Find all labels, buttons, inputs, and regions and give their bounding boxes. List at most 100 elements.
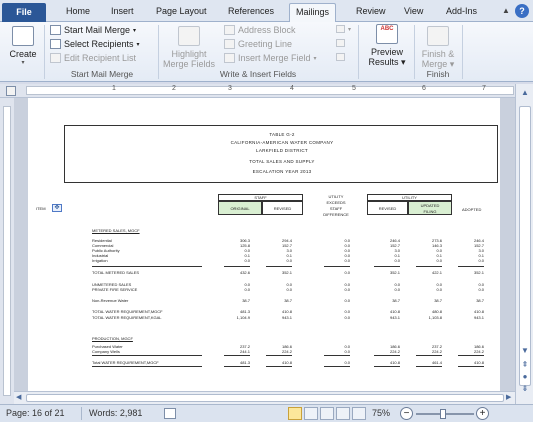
help-icon[interactable]: ?: [515, 4, 529, 18]
table-cell: 38.7: [392, 298, 400, 303]
print-layout-view-icon[interactable]: [288, 407, 302, 420]
zoom-in-icon[interactable]: +: [476, 407, 489, 420]
u-revised-label: REVISED: [378, 206, 397, 211]
zoom-out-icon[interactable]: −: [400, 407, 413, 420]
table-row-label: Company Wells: [92, 349, 120, 354]
ruler-number: 7: [482, 85, 486, 92]
page-count[interactable]: Page: 16 of 21: [6, 408, 65, 418]
separator: [462, 25, 463, 79]
table-rule: [416, 266, 442, 267]
table-rule: [458, 366, 484, 367]
preview-results-button[interactable]: ABC Preview Results ▾: [364, 24, 410, 68]
edit-list-icon: [50, 53, 61, 63]
create-button[interactable]: Create ▾: [6, 26, 40, 66]
rules-icon: [336, 25, 345, 33]
exceeds-label: EXCEEDS: [326, 200, 346, 205]
separator: [81, 407, 82, 420]
horizontal-scroll-thumb[interactable]: [26, 394, 504, 402]
proofing-icon[interactable]: [164, 408, 176, 419]
update-labels-button[interactable]: [336, 53, 345, 61]
scroll-up-icon[interactable]: ▲: [519, 88, 531, 98]
tab-review[interactable]: Review: [356, 6, 386, 16]
match-fields-button[interactable]: [336, 39, 345, 47]
scroll-left-icon[interactable]: ◀: [16, 393, 21, 401]
table-cell: 352.1: [281, 270, 292, 275]
horizontal-scrollbar[interactable]: ◀ ▶: [14, 391, 515, 404]
highlight-merge-fields-button[interactable]: Highlight Merge Fields: [160, 26, 218, 69]
header-line: TABLE G-2: [269, 132, 295, 137]
table-rule: [416, 366, 442, 367]
tab-references[interactable]: References: [228, 6, 274, 16]
tab-page-layout[interactable]: Page Layout: [156, 6, 207, 16]
updated-filing-header: UPDATED FILING: [408, 201, 452, 215]
table-cell: 38.7: [434, 298, 442, 303]
browse-object-icon[interactable]: ●: [519, 372, 531, 382]
table-move-handle-icon[interactable]: ✥: [52, 204, 62, 212]
table-cell: 0.0: [344, 360, 350, 365]
table-rule: [224, 266, 250, 267]
revised-label: REVISED: [273, 206, 292, 211]
revised-header: REVISED: [262, 201, 303, 215]
edit-recipient-list-button[interactable]: Edit Recipient List: [50, 53, 136, 63]
tab-mailings[interactable]: Mailings: [289, 3, 337, 23]
separator: [44, 25, 45, 79]
table-cell: 461.4: [431, 360, 442, 365]
scroll-down-icon[interactable]: ▼: [519, 346, 531, 356]
previous-page-icon[interactable]: ⇞: [519, 360, 531, 370]
table-cell: 1,103.8: [428, 315, 442, 320]
finish-merge-button[interactable]: Finish & Merge ▾: [418, 26, 458, 70]
web-layout-icon[interactable]: [320, 407, 334, 420]
greeting-line-icon: [224, 39, 235, 49]
table-cell: 224.2: [389, 349, 400, 354]
table-cell: 943.1: [281, 315, 292, 320]
table-cell: 481.3: [239, 360, 250, 365]
table-rule: [458, 355, 484, 356]
vertical-scroll-thumb[interactable]: [519, 106, 531, 386]
table-rule: [416, 355, 442, 356]
tab-selector-icon[interactable]: [6, 86, 16, 96]
table-cell: 0.0: [344, 298, 350, 303]
utility-group-label: UTILITY: [402, 195, 417, 200]
table-cell: 0.0: [394, 287, 400, 292]
rules-button[interactable]: ▾: [336, 25, 351, 33]
document-page[interactable]: TABLE G-2 CALIFORNIA-AMERICAN WATER COMP…: [28, 98, 500, 391]
tab-add-ins[interactable]: Add-Ins: [446, 6, 477, 16]
scroll-right-icon[interactable]: ▶: [506, 393, 511, 401]
status-bar: Page: 16 of 21 Words: 2,981 75% − +: [0, 404, 533, 422]
collapse-ribbon-icon[interactable]: ▲: [502, 6, 510, 15]
draft-view-icon[interactable]: [352, 407, 366, 420]
tab-view[interactable]: View: [404, 6, 423, 16]
start-mail-merge-button[interactable]: Start Mail Merge ▾: [50, 25, 136, 35]
full-screen-reading-icon[interactable]: [304, 407, 318, 420]
table-cell: 432.6: [239, 270, 250, 275]
ruler-number: 5: [352, 85, 356, 92]
word-count[interactable]: Words: 2,981: [89, 408, 142, 418]
next-page-icon[interactable]: ⇟: [519, 384, 531, 394]
table-cell: 410.8: [473, 360, 484, 365]
table-rule: [374, 266, 400, 267]
difference-label: DIFFERENCE: [323, 212, 349, 217]
tab-home[interactable]: Home: [66, 6, 90, 16]
document-area[interactable]: TABLE G-2 CALIFORNIA-AMERICAN WATER COMP…: [14, 98, 515, 391]
greeting-line-button[interactable]: Greeting Line: [224, 39, 292, 49]
finish-merge-icon: [427, 26, 449, 46]
vertical-scrollbar[interactable]: ▲ ▼ ⇞ ● ⇟: [515, 84, 533, 404]
u-revised-header: REVISED: [367, 201, 408, 215]
table-header-box: TABLE G-2 CALIFORNIA-AMERICAN WATER COMP…: [64, 125, 498, 183]
horizontal-ruler[interactable]: 1 2 3 4 5 6 7: [0, 84, 533, 98]
table-cell: 352.1: [473, 270, 484, 275]
tab-insert[interactable]: Insert: [111, 6, 134, 16]
ribbon: Create ▾ Start Mail Merge ▾ Select Recip…: [0, 22, 533, 82]
zoom-slider-thumb[interactable]: [440, 409, 446, 419]
ruler-number: 4: [290, 85, 294, 92]
insert-merge-field-button[interactable]: Insert Merge Field ▾: [224, 53, 317, 63]
abc-text: ABC: [380, 26, 394, 32]
table-cell: 0.0: [394, 258, 400, 263]
zoom-level[interactable]: 75%: [372, 408, 390, 418]
original-label: ORIGINAL: [230, 206, 250, 211]
select-recipients-button[interactable]: Select Recipients ▾: [50, 39, 140, 49]
table-cell: 224.2: [473, 349, 484, 354]
outline-view-icon[interactable]: [336, 407, 350, 420]
address-block-button[interactable]: Address Block: [224, 25, 296, 35]
file-tab[interactable]: File: [2, 3, 46, 22]
